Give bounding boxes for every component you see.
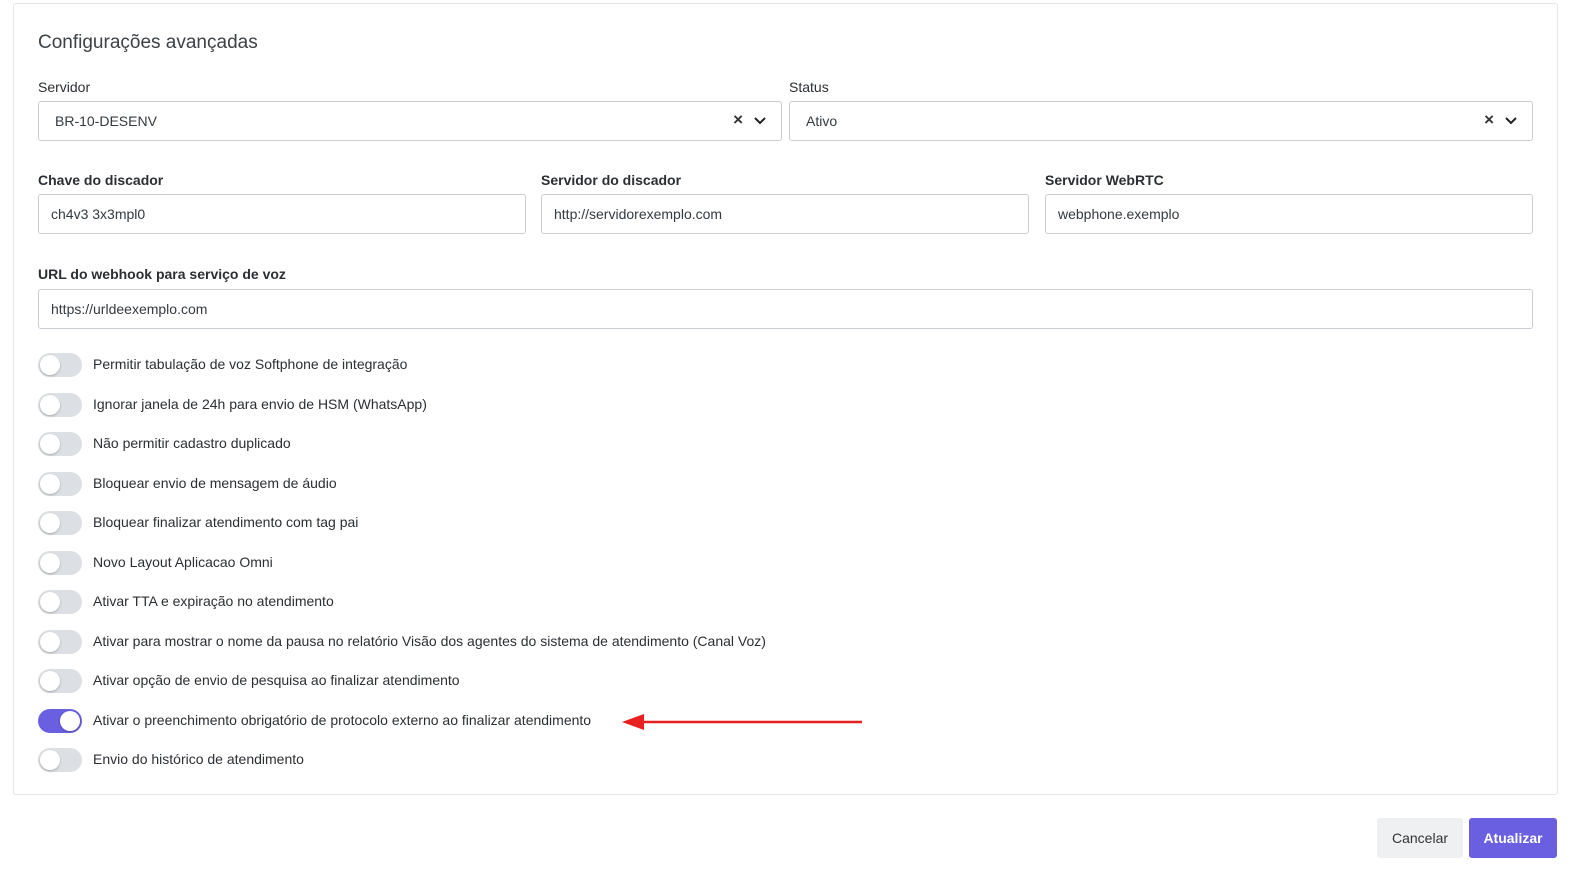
toggle-switch[interactable]	[38, 472, 82, 496]
toggle-row[interactable]: Envio do histórico de atendimento	[38, 746, 938, 772]
toggle-row[interactable]: Bloquear finalizar atendimento com tag p…	[38, 509, 938, 535]
toggle-switch[interactable]	[38, 511, 82, 535]
toggle-label: Novo Layout Aplicacao Omni	[93, 554, 273, 570]
toggle-label: Permitir tabulação de voz Softphone de i…	[93, 356, 408, 372]
toggle-row[interactable]: Não permitir cadastro duplicado	[38, 430, 938, 456]
toggle-row[interactable]: Permitir tabulação de voz Softphone de i…	[38, 351, 938, 377]
toggle-switch[interactable]	[38, 630, 82, 654]
status-select-value: Ativo	[806, 113, 838, 129]
toggle-knob	[40, 553, 60, 573]
toggle-label: Ativar opção de envio de pesquisa ao fin…	[93, 672, 460, 688]
toggle-switch[interactable]	[38, 432, 82, 456]
toggle-switch[interactable]	[38, 669, 82, 693]
card-title: Configurações avançadas	[38, 32, 258, 53]
toggle-row[interactable]: Bloquear envio de mensagem de áudio	[38, 470, 938, 496]
cancel-button[interactable]: Cancelar	[1377, 818, 1463, 858]
status-label: Status	[789, 79, 829, 95]
dialer-key-label: Chave do discador	[38, 172, 164, 188]
toggle-label: Bloquear finalizar atendimento com tag p…	[93, 514, 359, 530]
toggle-label: Envio do histórico de atendimento	[93, 751, 304, 767]
status-clear-icon[interactable]: ×	[1484, 110, 1494, 130]
server-label: Servidor	[38, 79, 91, 95]
status-chevron-down-icon[interactable]	[1504, 115, 1518, 127]
status-select[interactable]: Ativo ×	[789, 101, 1533, 141]
toggle-knob	[40, 671, 60, 691]
toggle-label: Não permitir cadastro duplicado	[93, 435, 291, 451]
toggle-switch[interactable]	[38, 393, 82, 417]
toggle-knob	[40, 632, 60, 652]
toggle-label: Ativar o preenchimento obrigatório de pr…	[93, 712, 592, 728]
annotation-arrow-icon	[622, 714, 862, 730]
toggle-label: Ignorar janela de 24h para envio de HSM …	[93, 396, 427, 412]
server-clear-icon[interactable]: ×	[733, 110, 743, 130]
toggle-knob	[60, 711, 80, 731]
webrtc-server-input[interactable]: webphone.exemplo	[1045, 194, 1533, 234]
toggle-switch[interactable]	[38, 551, 82, 575]
dialer-key-input[interactable]: ch4v3 3x3mpl0	[38, 194, 526, 234]
server-select[interactable]: BR-10-DESENV ×	[38, 101, 782, 141]
toggle-switch[interactable]	[38, 353, 82, 377]
toggle-row[interactable]: Ativar opção de envio de pesquisa ao fin…	[38, 667, 938, 693]
server-select-value: BR-10-DESENV	[55, 113, 157, 129]
toggle-label: Ativar para mostrar o nome da pausa no r…	[93, 633, 766, 649]
webhook-url-input[interactable]: https://urldeexemplo.com	[38, 289, 1533, 329]
toggle-switch[interactable]	[38, 590, 82, 614]
toggle-knob	[40, 474, 60, 494]
toggle-knob	[40, 395, 60, 415]
update-button[interactable]: Atualizar	[1469, 818, 1557, 858]
webrtc-server-label: Servidor WebRTC	[1045, 172, 1164, 188]
toggle-row[interactable]: Ativar para mostrar o nome da pausa no r…	[38, 628, 938, 654]
advanced-settings-card: Configurações avançadas Servidor BR-10-D…	[13, 3, 1558, 795]
dialer-server-label: Servidor do discador	[541, 172, 682, 188]
toggle-row[interactable]: Ignorar janela de 24h para envio de HSM …	[38, 391, 938, 417]
toggle-knob	[40, 434, 60, 454]
toggle-row[interactable]: Novo Layout Aplicacao Omni	[38, 549, 938, 575]
server-chevron-down-icon[interactable]	[753, 115, 767, 127]
webhook-label: URL do webhook para serviço de voz	[38, 266, 286, 282]
toggle-label: Bloquear envio de mensagem de áudio	[93, 475, 337, 491]
dialer-server-input[interactable]: http://servidorexemplo.com	[541, 194, 1029, 234]
toggle-knob	[40, 592, 60, 612]
toggle-switch-on[interactable]	[38, 709, 82, 733]
toggle-row[interactable]: Ativar TTA e expiração no atendimento	[38, 588, 938, 614]
toggle-knob	[40, 355, 60, 375]
toggle-label: Ativar TTA e expiração no atendimento	[93, 593, 334, 609]
toggle-switch[interactable]	[38, 748, 82, 772]
toggle-knob	[40, 513, 60, 533]
toggle-knob	[40, 750, 60, 770]
